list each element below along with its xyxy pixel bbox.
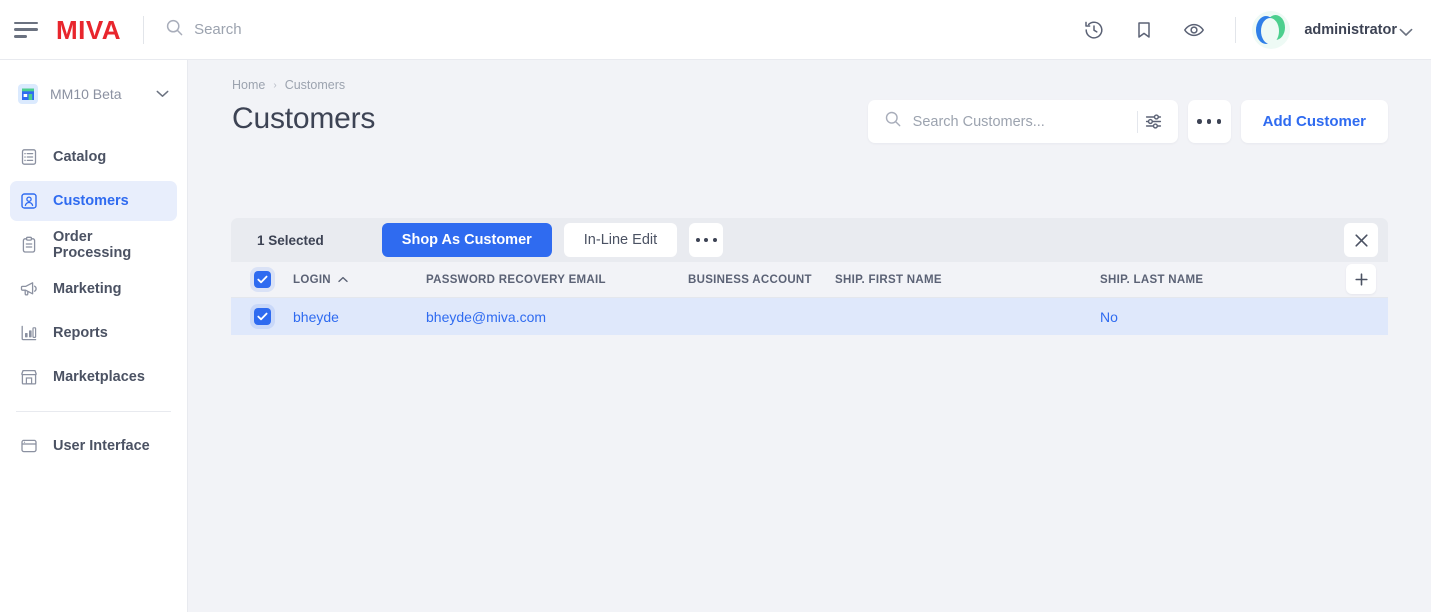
sidebar-divider xyxy=(16,411,171,412)
selected-count-label: 1 Selected xyxy=(257,232,324,248)
sidebar-item-label: Reports xyxy=(53,325,108,341)
table-header-row: LOGIN PASSWORD RECOVERY EMAIL BUSINESS A… xyxy=(231,262,1388,298)
row-select-cell xyxy=(231,308,293,325)
global-search-placeholder: Search xyxy=(194,21,242,38)
breadcrumb-separator-icon: › xyxy=(273,79,277,91)
breadcrumb-current[interactable]: Customers xyxy=(285,78,345,92)
sidebar-item-marketplaces[interactable]: Marketplaces xyxy=(10,357,177,397)
store-selector[interactable]: MM10 Beta xyxy=(10,77,177,111)
user-menu-chevron-down-icon[interactable] xyxy=(1399,24,1413,42)
sidebar-item-label: Customers xyxy=(53,193,129,209)
sidebar-item-label: Marketplaces xyxy=(53,369,145,385)
hamburger-line xyxy=(14,35,27,38)
eye-icon[interactable] xyxy=(1177,13,1211,47)
avatar[interactable] xyxy=(1252,10,1291,49)
search-icon xyxy=(166,19,183,41)
sidebar: MM10 Beta Catalog Customers Order Proces… xyxy=(0,60,188,612)
divider xyxy=(1235,16,1237,43)
header-more-options-icon[interactable] xyxy=(1187,100,1231,143)
sidebar-item-user-interface[interactable]: User Interface xyxy=(10,426,177,466)
column-header-password-recovery-email[interactable]: PASSWORD RECOVERY EMAIL xyxy=(426,274,688,286)
select-all-checkbox[interactable] xyxy=(253,271,271,288)
cell-ship-last-name: No xyxy=(1100,308,1118,325)
divider xyxy=(143,15,145,44)
dot xyxy=(704,238,709,242)
sort-chevron-up-icon xyxy=(338,274,348,286)
window-icon xyxy=(19,436,39,456)
avatar-shape-inner xyxy=(1261,17,1280,44)
miva-logo[interactable]: MIVA xyxy=(56,17,121,43)
selection-more-options-icon[interactable] xyxy=(689,223,724,257)
column-header-login[interactable]: LOGIN xyxy=(293,274,426,286)
customers-table: LOGIN PASSWORD RECOVERY EMAIL BUSINESS A… xyxy=(231,262,1388,335)
table-row[interactable]: bheyde bheyde@miva.com No xyxy=(231,298,1388,335)
catalog-icon xyxy=(19,147,39,167)
megaphone-icon xyxy=(19,279,39,299)
search-icon xyxy=(885,111,901,132)
dot xyxy=(712,238,717,242)
sidebar-item-label: Marketing xyxy=(53,281,122,297)
clipboard-icon xyxy=(19,235,39,255)
shop-as-customer-button[interactable]: Shop As Customer xyxy=(381,223,552,257)
hamburger-icon[interactable] xyxy=(14,21,38,38)
search-customers-input[interactable]: Search Customers... xyxy=(867,100,1178,143)
sidebar-nav: Catalog Customers Order Processing Marke… xyxy=(0,137,187,466)
cell-password-recovery-email[interactable]: bheyde@miva.com xyxy=(426,309,688,325)
bookmark-icon[interactable] xyxy=(1127,13,1161,47)
search-customers-placeholder: Search Customers... xyxy=(912,113,1045,130)
bar-chart-icon xyxy=(19,323,39,343)
main-content: Home › Customers Customers Search Custom… xyxy=(188,60,1431,612)
sidebar-item-customers[interactable]: Customers xyxy=(10,181,177,221)
sidebar-item-label: Order Processing xyxy=(53,229,132,261)
column-header-business-account[interactable]: BUSINESS ACCOUNT xyxy=(688,274,835,286)
inline-edit-button[interactable]: In-Line Edit xyxy=(563,223,678,257)
add-column-plus-icon[interactable] xyxy=(1346,264,1376,294)
dot xyxy=(1206,119,1212,124)
customers-icon xyxy=(19,191,39,211)
sliders-icon[interactable] xyxy=(1138,106,1170,138)
breadcrumb-home[interactable]: Home xyxy=(232,78,265,92)
dot xyxy=(1197,119,1202,124)
column-header-ship-last-name[interactable]: SHIP. LAST NAME xyxy=(1100,274,1365,286)
close-selection-icon[interactable] xyxy=(1344,223,1378,257)
select-all-cell xyxy=(231,271,293,288)
header-actions: Search Customers... Add Customer xyxy=(867,100,1388,143)
sidebar-item-catalog[interactable]: Catalog xyxy=(10,137,177,177)
store-name-label: MM10 Beta xyxy=(50,86,122,102)
column-header-ship-first-name[interactable]: SHIP. FIRST NAME xyxy=(835,274,1100,286)
breadcrumb: Home › Customers xyxy=(232,78,1431,92)
sidebar-item-marketing[interactable]: Marketing xyxy=(10,269,177,309)
top-bar: MIVA Search administrator xyxy=(0,0,1431,60)
add-customer-button[interactable]: Add Customer xyxy=(1240,100,1388,143)
username-label: administrator xyxy=(1304,21,1397,38)
sidebar-item-label: User Interface xyxy=(53,438,150,454)
sidebar-item-label: Catalog xyxy=(53,149,107,165)
dot xyxy=(1216,119,1222,124)
hamburger-line xyxy=(14,28,38,31)
storefront-icon xyxy=(19,367,39,387)
sidebar-item-order-processing[interactable]: Order Processing xyxy=(10,225,177,265)
store-icon xyxy=(18,84,38,104)
selection-toolbar: 1 Selected Shop As Customer In-Line Edit xyxy=(231,218,1388,262)
global-search-input[interactable]: Search xyxy=(166,19,242,41)
column-header-label: LOGIN xyxy=(293,273,331,286)
dot xyxy=(695,238,700,242)
history-icon[interactable] xyxy=(1077,13,1111,47)
miva-logo-text: MIVA xyxy=(56,14,122,45)
store-chevron-down-icon[interactable] xyxy=(156,90,169,98)
hamburger-line xyxy=(14,21,38,24)
top-bar-icons: administrator xyxy=(1069,10,1431,49)
cell-login[interactable]: bheyde xyxy=(293,309,426,325)
sidebar-item-reports[interactable]: Reports xyxy=(10,313,177,353)
row-checkbox[interactable] xyxy=(253,308,271,325)
